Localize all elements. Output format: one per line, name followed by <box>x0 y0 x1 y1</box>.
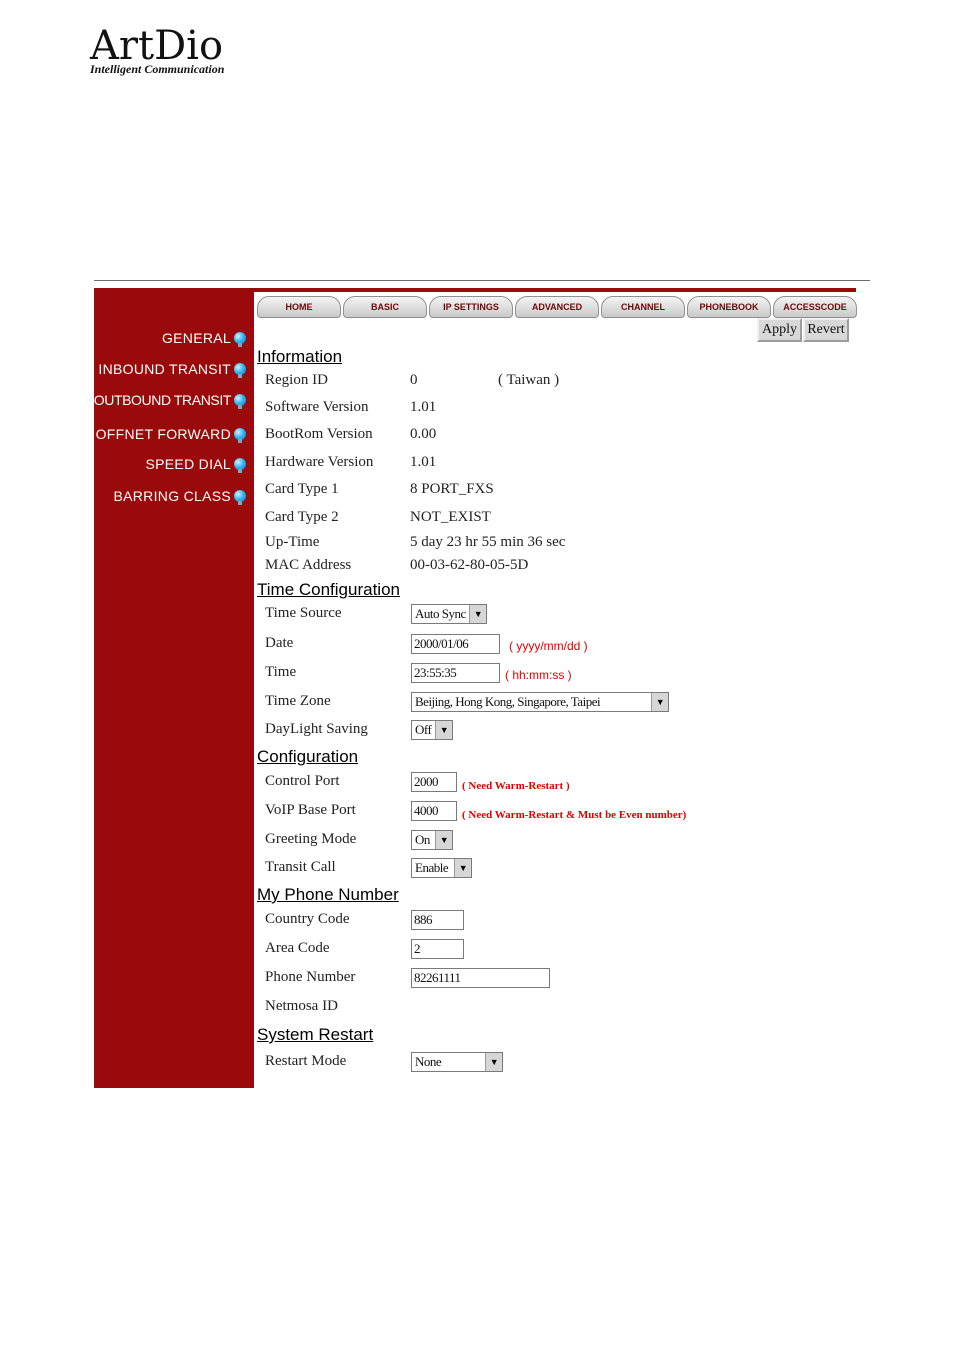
sidebar-item-label: OFFNET FORWARD <box>95 426 231 442</box>
logo-brand: ArtDio <box>90 23 224 69</box>
area-code-input[interactable]: 2 <box>411 939 464 959</box>
restart-mode-select[interactable]: None ▼ <box>411 1052 503 1072</box>
time-zone-label: Time Zone <box>265 693 331 709</box>
region-name: ( Taiwan ) <box>498 372 560 388</box>
greeting-mode-value: On <box>415 832 430 847</box>
light-bulb-icon <box>234 363 246 378</box>
up-time-value: 5 day 23 hr 55 min 36 sec <box>410 534 566 550</box>
time-source-select[interactable]: Auto Sync ▼ <box>411 604 487 624</box>
chevron-down-icon: ▼ <box>469 605 486 623</box>
time-format-hint: ( hh:mm:ss ) <box>505 668 572 682</box>
sidebar: GENERAL INBOUND TRANSIT OUTBOUND TRANSIT… <box>94 288 254 1088</box>
bootrom-version-label: BootRom Version <box>265 426 373 442</box>
voip-base-port-note: ( Need Warm-Restart & Must be Even numbe… <box>462 809 687 821</box>
sidebar-item-inbound-transit[interactable]: INBOUND TRANSIT <box>98 361 246 378</box>
chevron-down-icon: ▼ <box>435 721 452 739</box>
sidebar-item-speed-dial[interactable]: SPEED DIAL <box>145 456 246 473</box>
light-bulb-icon <box>234 490 246 505</box>
section-phone-number-title: My Phone Number <box>257 885 399 904</box>
control-port-input[interactable]: 2000 <box>411 772 457 792</box>
greeting-mode-select[interactable]: On ▼ <box>411 830 453 850</box>
date-format-hint: ( yyyy/mm/dd ) <box>509 639 588 653</box>
control-port-note: ( Need Warm-Restart ) <box>462 780 570 792</box>
time-zone-select[interactable]: Beijing, Hong Kong, Singapore, Taipei ▼ <box>411 692 669 712</box>
region-id-value: 0 <box>410 372 418 388</box>
area-code-label: Area Code <box>265 940 330 956</box>
tab-accesscode[interactable]: ACCESSCODE <box>773 296 857 318</box>
tab-home[interactable]: HOME <box>257 296 341 318</box>
restart-mode-value: None <box>415 1054 442 1069</box>
apply-button[interactable]: Apply <box>757 318 802 342</box>
voip-base-port-label: VoIP Base Port <box>265 802 356 818</box>
light-bulb-icon <box>234 332 246 347</box>
daylight-saving-select[interactable]: Off ▼ <box>411 720 453 740</box>
phone-number-input[interactable]: 82261111 <box>411 968 550 988</box>
time-source-label: Time Source <box>265 605 342 621</box>
card-type-1-label: Card Type 1 <box>265 481 339 497</box>
time-label: Time <box>265 664 297 680</box>
card-type-2-label: Card Type 2 <box>265 509 339 525</box>
mac-address-value: 00-03-62-80-05-5D <box>410 557 529 573</box>
light-bulb-icon <box>234 428 246 443</box>
country-code-input[interactable]: 886 <box>411 910 464 930</box>
sidebar-item-label: SPEED DIAL <box>145 456 231 472</box>
card-type-1-value: 8 PORT_FXS <box>410 481 494 497</box>
revert-button[interactable]: Revert <box>803 318 849 342</box>
time-source-value: Auto Sync <box>415 606 466 621</box>
bootrom-version-value: 0.00 <box>410 426 437 442</box>
sidebar-item-offnet-forward[interactable]: OFFNET FORWARD <box>95 426 246 443</box>
sidebar-item-label: GENERAL <box>161 330 231 346</box>
chevron-down-icon: ▼ <box>454 859 471 877</box>
sidebar-item-general[interactable]: GENERAL <box>161 330 246 347</box>
restart-mode-label: Restart Mode <box>265 1053 347 1069</box>
hardware-version-label: Hardware Version <box>265 454 374 470</box>
chevron-down-icon: ▼ <box>485 1053 502 1071</box>
light-bulb-icon <box>234 394 246 409</box>
section-time-config-title: Time Configuration <box>257 580 400 599</box>
control-port-label: Control Port <box>265 773 340 789</box>
artdio-logo: ArtDio Intelligent Communication <box>90 26 260 86</box>
mac-address-label: MAC Address <box>265 557 352 573</box>
netmosa-id-label: Netmosa ID <box>265 998 338 1014</box>
tab-basic[interactable]: BASIC <box>343 296 427 318</box>
header-divider <box>94 280 870 281</box>
software-version-value: 1.01 <box>410 399 437 415</box>
sidebar-item-outbound-transit[interactable]: OUTBOUND TRANSIT <box>93 392 246 409</box>
transit-call-label: Transit Call <box>265 859 336 875</box>
time-input[interactable]: 23:55:35 <box>411 663 500 683</box>
up-time-label: Up-Time <box>265 534 320 550</box>
tab-channel[interactable]: CHANNEL <box>601 296 685 318</box>
date-input[interactable]: 2000/01/06 <box>411 634 500 654</box>
hardware-version-value: 1.01 <box>410 454 437 470</box>
sidebar-item-barring-class[interactable]: BARRING CLASS <box>113 488 246 505</box>
phone-number-label: Phone Number <box>265 969 356 985</box>
voip-base-port-input[interactable]: 4000 <box>411 801 457 821</box>
sidebar-item-label: INBOUND TRANSIT <box>98 361 231 377</box>
light-bulb-icon <box>234 458 246 473</box>
region-id-label: Region ID <box>265 372 328 388</box>
daylight-saving-label: DayLight Saving <box>265 721 368 737</box>
transit-call-value: Enable <box>415 860 449 875</box>
sidebar-item-label: BARRING CLASS <box>113 488 231 504</box>
chevron-down-icon: ▼ <box>651 693 668 711</box>
greeting-mode-label: Greeting Mode <box>265 831 357 847</box>
section-information-title: Information <box>257 347 343 366</box>
sidebar-item-label: OUTBOUND TRANSIT <box>93 392 232 408</box>
software-version-label: Software Version <box>265 399 369 415</box>
section-system-restart-title: System Restart <box>257 1025 374 1044</box>
daylight-saving-value: Off <box>415 722 432 737</box>
tab-advanced[interactable]: ADVANCED <box>515 296 599 318</box>
time-zone-value: Beijing, Hong Kong, Singapore, Taipei <box>415 694 601 709</box>
card-type-2-value: NOT_EXIST <box>410 509 491 525</box>
chevron-down-icon: ▼ <box>435 831 452 849</box>
logo-tagline: Intelligent Communication <box>90 62 225 76</box>
country-code-label: Country Code <box>265 911 350 927</box>
section-configuration-title: Configuration <box>257 747 359 766</box>
date-label: Date <box>265 635 294 651</box>
tab-ip-settings[interactable]: IP SETTINGS <box>429 296 513 318</box>
transit-call-select[interactable]: Enable ▼ <box>411 858 472 878</box>
main-panel: HOME BASIC IP SETTINGS ADVANCED CHANNEL … <box>254 288 874 1088</box>
tab-phonebook[interactable]: PHONEBOOK <box>687 296 771 318</box>
